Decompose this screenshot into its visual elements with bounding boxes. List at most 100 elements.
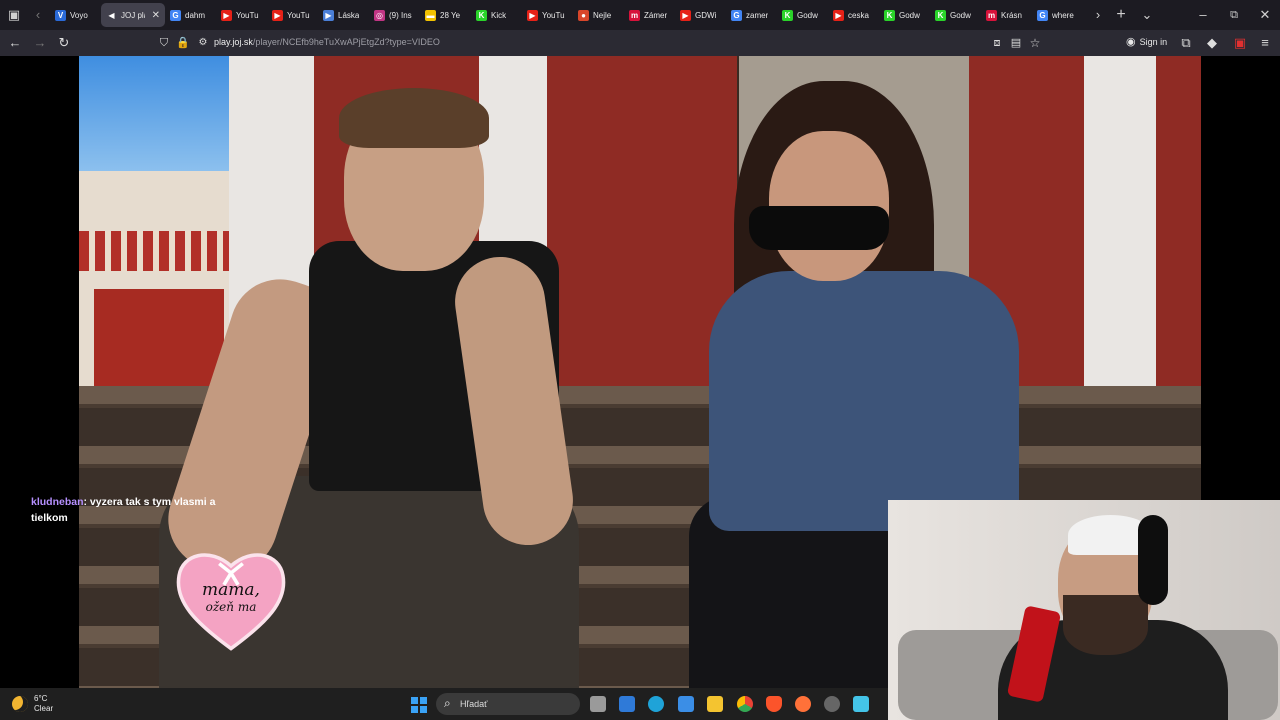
tab-title: Godw xyxy=(899,10,920,20)
heart-sticker: mama, ožeň ma xyxy=(172,540,290,658)
tab-title: JOJ pla xyxy=(121,10,145,20)
tab-title: YouTu xyxy=(542,10,565,20)
tab-favicon-icon: G xyxy=(731,9,742,21)
tab-8[interactable]: K Kick xyxy=(471,3,522,27)
tab-favicon-icon: m xyxy=(629,9,640,21)
tab-favicon-icon: V xyxy=(55,9,66,21)
tab-title: YouTu xyxy=(287,10,310,20)
tab-favicon-icon: ▬ xyxy=(425,9,436,21)
tab-3[interactable]: ▶ YouTu xyxy=(216,3,267,27)
address-bar[interactable]: ⛉ 🔒 ⚙ play.joj.sk/player/NCEfb9heTuXwAPj… xyxy=(150,33,1050,53)
tab-list-chevron-icon[interactable]: ⌄ xyxy=(1137,5,1157,25)
brave-icon[interactable] xyxy=(766,696,782,712)
tab-1[interactable]: ◀ JOJ pla ✕ xyxy=(101,3,165,27)
tab-14[interactable]: K Godw xyxy=(777,3,828,27)
permissions-icon[interactable]: ⚙ xyxy=(194,34,212,52)
tab-title: Láska xyxy=(338,10,360,20)
scroll-tabs-left-icon[interactable]: ‹ xyxy=(28,5,48,25)
tab-title: Godw xyxy=(797,10,818,20)
tab-favicon-icon: ▶ xyxy=(221,9,232,21)
tab-10[interactable]: ● Nejle xyxy=(573,3,624,27)
weather-widget[interactable]: 6°C Clear xyxy=(12,694,53,714)
back-arrow-icon[interactable]: ← xyxy=(6,34,24,52)
tab-favicon-icon: ▶ xyxy=(833,9,844,21)
photos-icon[interactable] xyxy=(678,696,694,712)
picture-in-picture-icon[interactable]: ⧈ xyxy=(988,34,1006,52)
webcam-overlay xyxy=(888,500,1280,720)
heart-text-line2: ožeň ma xyxy=(205,600,257,614)
lock-icon[interactable]: 🔒 xyxy=(174,34,192,52)
tab-9[interactable]: ▶ YouTu xyxy=(522,3,573,27)
chrome-icon[interactable] xyxy=(737,696,753,712)
tab-favicon-icon: m xyxy=(986,9,997,21)
reload-icon[interactable]: ↻ xyxy=(55,34,73,52)
tab-0[interactable]: V Voyo xyxy=(50,3,101,27)
scroll-tabs-right-icon[interactable]: › xyxy=(1088,5,1108,25)
extension-badge-icon[interactable]: ▣ xyxy=(1231,34,1249,52)
chat-username: kludneban xyxy=(31,496,84,508)
weather-condition: Clear xyxy=(34,704,54,713)
windows-taskbar: 6°C Clear ⌕ Hľadať xyxy=(0,688,888,720)
close-tab-icon[interactable]: ✕ xyxy=(152,10,160,21)
sign-in-button[interactable]: ◉ Sign in xyxy=(1126,35,1167,48)
webcam-headset xyxy=(1138,515,1168,605)
new-tab-icon[interactable]: + xyxy=(1111,5,1131,25)
tab-favicon-icon: ▶ xyxy=(680,9,691,21)
tab-title: YouTu xyxy=(236,10,259,20)
minimize-icon[interactable]: – xyxy=(1193,5,1213,25)
close-window-icon[interactable]: ✕ xyxy=(1255,5,1275,25)
tab-2[interactable]: Gdahm xyxy=(165,3,216,27)
tab-favicon-icon: K xyxy=(782,9,793,21)
browser-nav-bar: ← → ↻ ⛉ 🔒 ⚙ play.joj.sk/player/NCEfb9heT… xyxy=(0,30,1280,56)
shield-icon[interactable]: ⛉ xyxy=(155,34,173,52)
tab-favicon-icon: ● xyxy=(578,9,589,21)
tab-favicon-icon: ▶ xyxy=(323,9,334,21)
search-placeholder: Hľadať xyxy=(460,699,488,709)
tab-7[interactable]: ▬ 28 Ye xyxy=(420,3,471,27)
tab-19[interactable]: Gwhere xyxy=(1032,3,1083,27)
account-icon: ◉ xyxy=(1126,36,1136,48)
tab-6[interactable]: ◎ (9) Ins xyxy=(369,3,420,27)
forward-arrow-icon[interactable]: → xyxy=(31,34,49,52)
bookmark-star-icon[interactable]: ☆ xyxy=(1026,34,1044,52)
tab-17[interactable]: K Godw xyxy=(930,3,981,27)
sign-in-label: Sign in xyxy=(1139,36,1168,47)
tab-favicon-icon: G xyxy=(170,9,181,21)
tab-11[interactable]: m Zámer xyxy=(624,3,675,27)
tab-13[interactable]: Gzamer xyxy=(726,3,777,27)
tab-16[interactable]: K Godw xyxy=(879,3,930,27)
obs-icon[interactable] xyxy=(824,696,840,712)
file-explorer-icon[interactable] xyxy=(707,696,723,712)
tab-title: Nejle xyxy=(593,10,612,20)
vpn-icon[interactable]: ◆ xyxy=(1203,34,1221,52)
tab-title: Godw xyxy=(950,10,971,20)
tab-title: Krásn xyxy=(1001,10,1022,20)
tab-5[interactable]: ▶ Láska xyxy=(318,3,369,27)
url-text[interactable]: play.joj.sk/player/NCEfb9heTuXwAPjEtgZd?… xyxy=(214,37,440,47)
menu-icon[interactable]: ≡ xyxy=(1256,34,1274,52)
taskbar-search[interactable]: ⌕ Hľadať xyxy=(436,693,580,715)
tab-title: Kick xyxy=(491,10,507,20)
firefox-icon[interactable] xyxy=(795,696,811,712)
weather-temperature: 6°C xyxy=(34,694,48,703)
tab-favicon-icon: ◎ xyxy=(374,9,385,21)
start-button-windows-icon[interactable] xyxy=(411,697,427,713)
tab-4[interactable]: ▶ YouTu xyxy=(267,3,318,27)
edge-icon[interactable] xyxy=(648,696,664,712)
tab-title: where xyxy=(1052,10,1074,20)
store-icon[interactable] xyxy=(619,696,635,712)
tab-favicon-icon: ▶ xyxy=(272,9,283,21)
task-view-icon[interactable] xyxy=(590,696,606,712)
tab-18[interactable]: m Krásn xyxy=(981,3,1032,27)
tab-overview-icon[interactable]: ▣ xyxy=(4,5,24,25)
moon-icon xyxy=(12,696,28,712)
tab-title: (9) Ins xyxy=(389,10,412,20)
restore-icon[interactable]: ⧉ xyxy=(1224,5,1244,25)
chat-message: kludneban: vyzera tak s tym vlasmi a tie… xyxy=(31,494,251,526)
extensions-icon[interactable]: ⧉ xyxy=(1177,34,1195,52)
tab-12[interactable]: ▶ GDWi xyxy=(675,3,726,27)
tab-15[interactable]: ▶ ceska xyxy=(828,3,879,27)
notepad-icon[interactable] xyxy=(853,696,869,712)
search-icon: ⌕ xyxy=(444,696,451,710)
reader-view-icon[interactable]: ▤ xyxy=(1007,34,1025,52)
